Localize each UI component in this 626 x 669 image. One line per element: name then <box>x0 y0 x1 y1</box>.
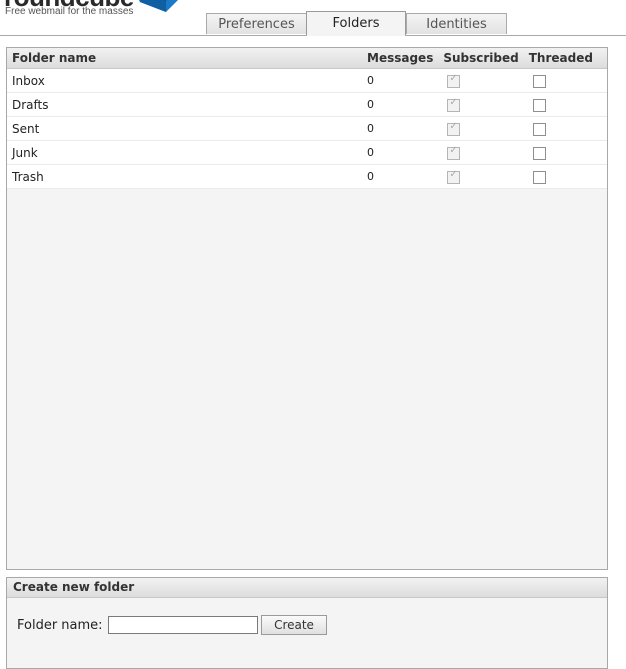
folder-table-header: Folder name Messages Subscribed Threaded <box>7 48 607 69</box>
column-header-folder-name: Folder name <box>7 48 362 69</box>
subscribed-cell <box>438 164 524 189</box>
folder-table: Folder name Messages Subscribed Threaded… <box>7 48 607 189</box>
tab-identities[interactable]: Identities <box>406 13 507 34</box>
column-header-messages: Messages <box>362 48 439 69</box>
threaded-cell <box>523 116 607 141</box>
folder-name-cell: Inbox <box>7 68 362 93</box>
active-tab-gap <box>307 34 405 36</box>
folder-name-input[interactable] <box>108 616 258 634</box>
folder-list-panel: Folder name Messages Subscribed Threaded… <box>6 47 608 570</box>
subscribed-checkbox[interactable] <box>447 121 461 136</box>
create-folder-panel: Create new folder Folder name: Create <box>6 577 608 669</box>
subscribed-checkbox[interactable] <box>447 169 461 184</box>
logo-tagline: Free webmail for the masses <box>5 6 134 17</box>
create-folder-button[interactable]: Create <box>261 615 327 635</box>
folder-name-label: Folder name: <box>17 618 103 633</box>
folder-name-cell: Trash <box>7 164 362 189</box>
folder-row[interactable]: Drafts 0 <box>7 92 607 117</box>
threaded-checkbox[interactable] <box>532 98 546 112</box>
folder-row[interactable]: Junk 0 <box>7 140 607 165</box>
folder-row[interactable]: Inbox 0 <box>7 68 607 93</box>
threaded-cell <box>523 164 607 189</box>
message-count-cell: 0 <box>362 68 439 93</box>
subscribed-cell <box>438 116 524 141</box>
message-count-cell: 0 <box>362 92 439 117</box>
folder-name-cell: Junk <box>7 140 362 165</box>
folder-row[interactable]: Sent 0 <box>7 116 607 141</box>
message-count-cell: 0 <box>362 116 439 141</box>
column-header-threaded: Threaded <box>523 48 607 69</box>
message-count-cell: 0 <box>362 140 439 165</box>
message-count-cell: 0 <box>362 164 439 189</box>
subscribed-checkbox[interactable] <box>447 145 461 160</box>
subscribed-checkbox[interactable] <box>447 73 461 88</box>
folder-name-cell: Sent <box>7 116 362 141</box>
threaded-checkbox[interactable] <box>532 170 546 184</box>
threaded-cell <box>523 68 607 93</box>
cube-icon <box>139 0 178 12</box>
create-folder-title: Create new folder <box>7 578 607 598</box>
subscribed-cell <box>438 92 524 117</box>
subscribed-cell <box>438 140 524 165</box>
threaded-cell <box>523 140 607 165</box>
tab-folders[interactable]: Folders <box>306 11 406 35</box>
threaded-cell <box>523 92 607 117</box>
roundcube-logo: roundcube Free webmail for the masses <box>0 0 200 18</box>
threaded-checkbox[interactable] <box>532 74 546 88</box>
column-header-subscribed: Subscribed <box>438 48 524 69</box>
tab-preferences[interactable]: Preferences <box>206 13 307 34</box>
threaded-checkbox[interactable] <box>532 122 546 136</box>
folder-name-cell: Drafts <box>7 92 362 117</box>
folder-row[interactable]: Trash 0 <box>7 164 607 189</box>
subscribed-cell <box>438 68 524 93</box>
subscribed-checkbox[interactable] <box>447 97 461 112</box>
threaded-checkbox[interactable] <box>532 146 546 160</box>
